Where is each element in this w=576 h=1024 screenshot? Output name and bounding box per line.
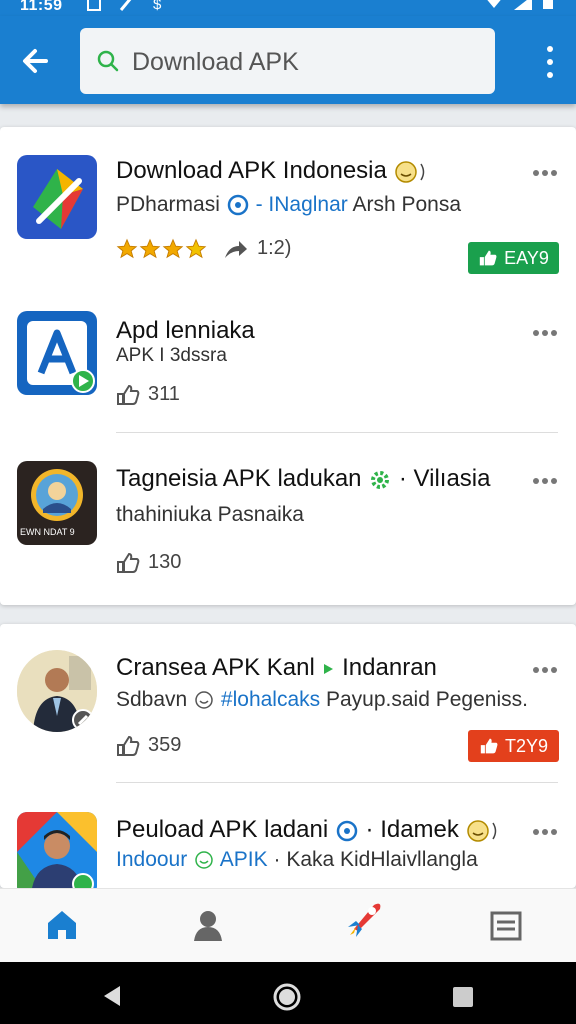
app-subtitle: PDharmasi - INaglnar Arsh Ponsa: [116, 193, 462, 216]
smiley-icon: [195, 851, 213, 870]
star-icon: [116, 238, 138, 258]
more-vert-icon[interactable]: [542, 44, 558, 80]
thumbs-up-icon: [117, 552, 140, 573]
app-title: Cransea APK Kanl Indanran: [116, 654, 437, 681]
app-icon: [17, 311, 97, 395]
svg-text:$: $: [153, 0, 162, 12]
thumbs-up-icon: [117, 384, 140, 405]
bottom-navigation: [0, 888, 576, 963]
app-logo-icon: [27, 321, 95, 393]
app-title: Apd lenniaka: [116, 317, 255, 344]
notification-icons: $: [86, 0, 166, 12]
thumbs-up-icon: [479, 250, 497, 266]
play-arrow-icon: [324, 663, 334, 674]
app-title: Tagneisia APK ladukan · Vilıasia: [116, 465, 491, 492]
app-icon: EWN NDAT 9: [17, 461, 97, 545]
star-icon: [185, 238, 207, 258]
wifi-icon: [487, 0, 501, 8]
divider: [116, 782, 558, 783]
shield-badge-icon: [227, 195, 248, 216]
list-item[interactable]: Peuload APK ladani · Idamek Indoour APIK…: [0, 788, 576, 888]
nav-back-icon[interactable]: [102, 984, 122, 1008]
star-icon: [139, 238, 161, 258]
list-item[interactable]: Apd lenniaka APK I 3dssra 311: [0, 287, 576, 433]
results-card-2: Cransea APK Kanl Indanran Sdbavn #lohalc…: [0, 624, 576, 888]
app-subtitle: thahiniuka Pasnaika: [116, 503, 304, 526]
star-rating: [116, 238, 207, 260]
avatar: [17, 812, 97, 888]
smiley-icon: [394, 160, 424, 183]
thumbs-up-icon: [117, 735, 140, 756]
more-horiz-icon[interactable]: [532, 477, 558, 485]
search-input[interactable]: [130, 42, 474, 82]
likes-row: 130: [116, 551, 181, 574]
more-horiz-icon[interactable]: [532, 828, 558, 836]
signal-icon: [514, 0, 532, 10]
app-icon: [17, 650, 97, 732]
app-icon: [17, 155, 97, 239]
system-status-icons: [484, 0, 554, 10]
likes-count: 359: [148, 734, 182, 756]
thumbs-up-icon: [480, 738, 498, 754]
status-time: 11:59: [20, 0, 63, 14]
likes-count: 130: [148, 551, 182, 573]
nav-home-icon[interactable]: [272, 982, 302, 1012]
smiley-icon: [195, 691, 213, 710]
divider: [116, 432, 558, 433]
search-box[interactable]: [80, 28, 495, 94]
likes-row: 359: [116, 734, 181, 757]
pen-icon: [119, 0, 132, 11]
app-subtitle: Sdbavn #lohalcaks Payup.said Pegeniss.: [116, 688, 528, 711]
nav-recents-icon[interactable]: [452, 986, 474, 1008]
shield-badge-icon: [336, 820, 358, 841]
dollar-icon: $: [153, 0, 162, 12]
list-item[interactable]: Cransea APK Kanl Indanran Sdbavn #lohalc…: [0, 624, 576, 782]
avatar: [17, 650, 97, 732]
search-icon: [97, 50, 119, 72]
app-title: Download APK Indonesia: [116, 157, 428, 185]
install-badge[interactable]: EAY9: [468, 242, 559, 274]
app-bar: [0, 16, 576, 104]
more-horiz-icon[interactable]: [532, 666, 558, 674]
sim-icon: [87, 0, 101, 11]
app-icon-label: EWN NDAT 9: [20, 527, 75, 537]
person-icon[interactable]: [188, 905, 228, 945]
smiley-icon: [466, 819, 496, 842]
more-horiz-icon[interactable]: [532, 329, 558, 337]
rating-row: 1:2): [116, 237, 291, 260]
star-icon: [162, 238, 184, 258]
app-subtitle: Indoour APIK · Kaka KidHlaivllangla: [116, 848, 478, 871]
app-title: Peuload APK ladani · Idamek: [116, 816, 500, 844]
rating-text: 1:2): [257, 237, 292, 259]
home-icon[interactable]: [42, 905, 82, 945]
battery-icon: [543, 0, 553, 9]
results-card-1: Download APK Indonesia PDharmasi - INagl…: [0, 127, 576, 605]
system-navigation-bar: [0, 962, 576, 1024]
status-bar: 11:59 $: [0, 0, 576, 16]
install-badge[interactable]: T2Y9: [468, 730, 559, 762]
back-arrow-icon[interactable]: [18, 44, 52, 78]
list-item[interactable]: EWN NDAT 9 Tagneisia APK ladukan · Vilıa…: [0, 242, 576, 605]
app-logo-icon: [33, 169, 83, 229]
list-icon[interactable]: [486, 905, 526, 945]
likes-count: 311: [148, 383, 180, 405]
more-horiz-icon[interactable]: [532, 169, 558, 177]
share-arrow-icon: [225, 240, 247, 258]
likes-row: 311: [116, 383, 180, 406]
rocket-icon[interactable]: [340, 897, 386, 943]
app-icon: [17, 812, 97, 888]
app-subtitle: APK I 3dssra: [116, 345, 227, 366]
gear-icon: [371, 470, 390, 489]
